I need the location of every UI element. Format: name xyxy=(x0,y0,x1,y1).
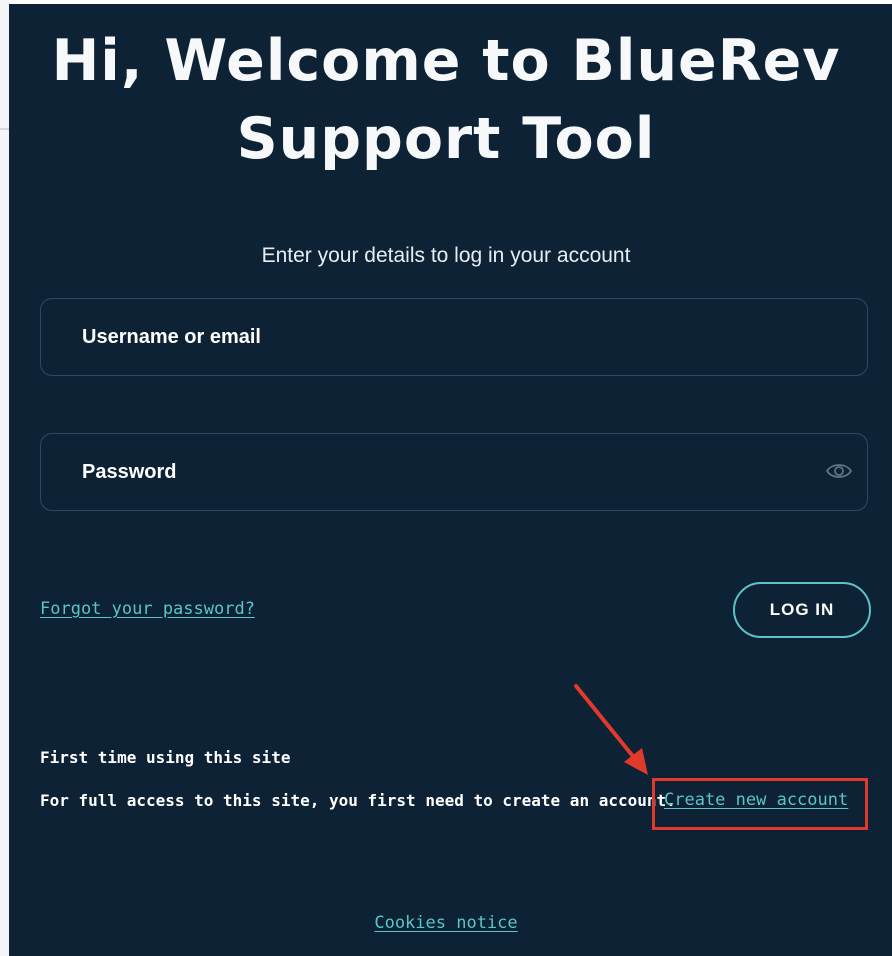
username-field[interactable] xyxy=(40,298,868,376)
forgot-password-link[interactable]: Forgot your password? xyxy=(40,599,255,619)
eye-icon[interactable] xyxy=(825,459,853,483)
account-info-text: For full access to this site, you first … xyxy=(40,791,676,810)
login-subtitle: Enter your details to log in your accoun… xyxy=(261,244,631,267)
password-input[interactable] xyxy=(41,434,867,510)
password-field[interactable] xyxy=(40,433,868,511)
cookies-notice-link[interactable]: Cookies notice xyxy=(374,913,517,933)
username-input[interactable] xyxy=(41,299,867,375)
login-button[interactable]: LOG IN xyxy=(733,582,871,638)
page-title: Hi, Welcome to BlueRev Support Tool xyxy=(51,28,841,172)
cookies-footer: Cookies notice xyxy=(0,913,892,933)
login-panel: Hi, Welcome to BlueRev Support Tool Ente… xyxy=(9,4,892,956)
red-arrow-icon xyxy=(574,684,648,775)
annotation-highlight-box xyxy=(652,778,868,830)
first-time-heading: First time using this site xyxy=(40,748,291,767)
